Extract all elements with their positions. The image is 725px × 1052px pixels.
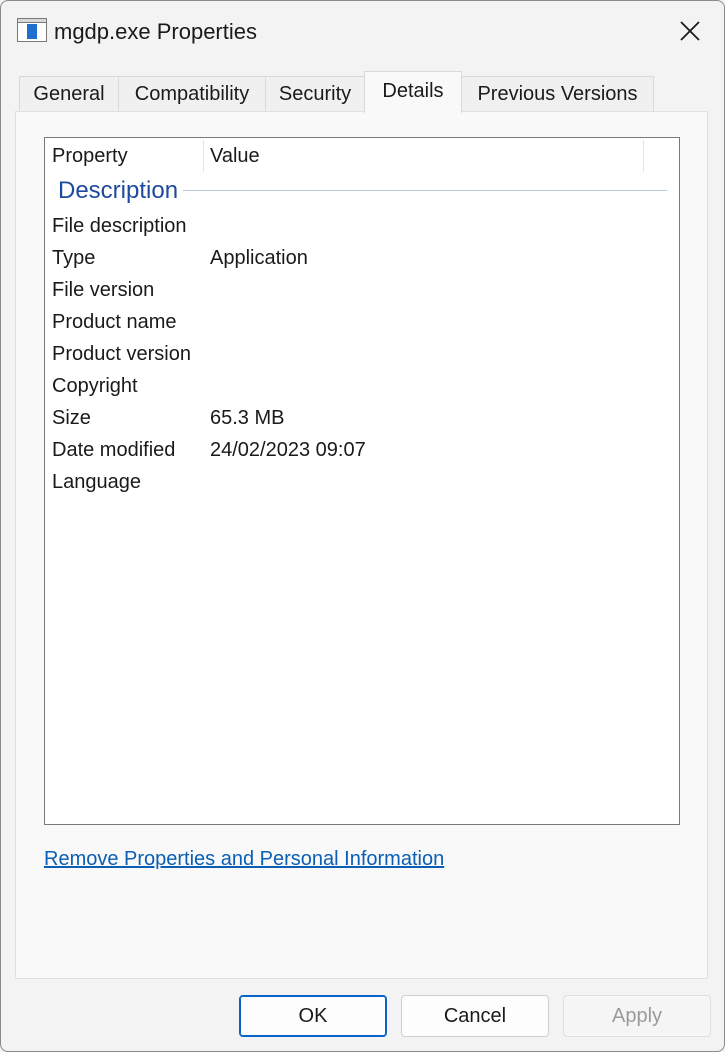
- remove-properties-link[interactable]: Remove Properties and Personal Informati…: [44, 844, 444, 874]
- apply-button[interactable]: Apply: [563, 995, 711, 1037]
- list-item[interactable]: Product name: [45, 306, 679, 338]
- list-item[interactable]: Copyright: [45, 370, 679, 402]
- column-header-property[interactable]: Property: [45, 138, 203, 174]
- list-item[interactable]: File description: [45, 210, 679, 242]
- list-item[interactable]: Language: [45, 466, 679, 498]
- list-item[interactable]: Size 65.3 MB: [45, 402, 679, 434]
- property-name: Language: [52, 471, 141, 493]
- column-separator[interactable]: [643, 140, 644, 172]
- list-item[interactable]: File version: [45, 274, 679, 306]
- list-item[interactable]: Product version: [45, 338, 679, 370]
- tab-security[interactable]: Security: [265, 76, 365, 111]
- group-divider: [183, 190, 667, 191]
- tab-general[interactable]: General: [19, 76, 119, 111]
- list-item[interactable]: Date modified 24/02/2023 09:07: [45, 434, 679, 466]
- property-name: Product name: [52, 311, 177, 333]
- property-value: Application: [210, 247, 308, 269]
- property-name: File description: [52, 215, 187, 237]
- cancel-button[interactable]: Cancel: [401, 995, 549, 1037]
- property-name: Date modified: [52, 439, 176, 461]
- group-header-description[interactable]: Description: [58, 176, 178, 206]
- property-value: 24/02/2023 09:07: [210, 439, 366, 461]
- tab-details[interactable]: Details: [364, 71, 462, 113]
- property-name: Size: [52, 407, 91, 429]
- tab-strip: General Compatibility Security Details P…: [1, 1, 724, 113]
- properties-dialog: mgdp.exe Properties General Compatibilit…: [0, 0, 725, 1052]
- tab-previous-versions[interactable]: Previous Versions: [461, 76, 654, 111]
- property-name: Copyright: [52, 375, 138, 397]
- list-item[interactable]: Type Application: [45, 242, 679, 274]
- details-list[interactable]: Property Value Description File descript…: [44, 137, 680, 825]
- property-name: Type: [52, 247, 96, 269]
- tab-compatibility[interactable]: Compatibility: [118, 76, 266, 111]
- property-name: Product version: [52, 343, 191, 365]
- ok-button[interactable]: OK: [239, 995, 387, 1037]
- property-name: File version: [52, 279, 155, 301]
- property-value: 65.3 MB: [210, 407, 285, 429]
- column-header-value[interactable]: Value: [203, 138, 643, 174]
